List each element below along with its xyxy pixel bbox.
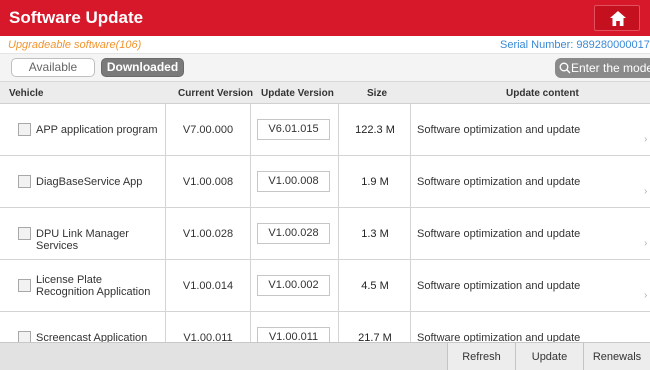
table-row[interactable]: License Plate Recognition Application V1… (0, 260, 650, 312)
page-title: Software Update (9, 8, 144, 27)
vehicle-name: DPU Link Manager Services (36, 228, 129, 252)
row-checkbox[interactable] (18, 123, 31, 136)
file-size: 122.3 M (355, 124, 395, 136)
upgradeable-count: Upgradeable software(106) (8, 39, 142, 51)
renewals-button[interactable]: Renewals (583, 343, 650, 370)
serial-number-text: Serial Number: 989280000017 (500, 39, 650, 51)
update-content: Software optimization and update (417, 280, 581, 292)
column-divider (338, 260, 339, 312)
column-divider (410, 156, 411, 208)
column-divider (410, 104, 411, 156)
refresh-button[interactable]: Refresh (447, 343, 515, 370)
file-size: 1.3 M (361, 228, 389, 240)
current-version: V1.00.008 (182, 176, 234, 188)
column-divider (250, 260, 251, 312)
home-button[interactable] (594, 5, 640, 31)
row-checkbox[interactable] (18, 227, 31, 240)
update-version-field[interactable]: V1.00.002 (257, 275, 330, 296)
column-divider (250, 312, 251, 342)
column-header-current-version: Current Version (178, 88, 254, 99)
current-version: V7.00.000 (182, 124, 234, 136)
column-header-update-content: Update content (506, 88, 579, 99)
column-divider (410, 260, 411, 312)
row-checkbox[interactable] (18, 175, 31, 188)
tab-available[interactable]: Available (11, 58, 95, 77)
tabs-row: Available Downloaded (0, 54, 650, 82)
update-version-field[interactable]: V1.00.008 (257, 171, 330, 192)
update-version-field[interactable]: V1.00.028 (257, 223, 330, 244)
info-row: Upgradeable software(106) Serial Number:… (0, 36, 650, 54)
vehicle-name: APP application program (36, 124, 158, 136)
search-box[interactable] (555, 58, 650, 78)
update-content: Software optimization and update (417, 228, 581, 240)
column-divider (338, 156, 339, 208)
table-row[interactable]: Screencast Application V1.00.011 V1.00.0… (0, 312, 650, 342)
vehicle-name: DiagBaseService App (36, 176, 143, 188)
column-header-update-version: Update Version (261, 88, 334, 99)
file-size: 21.7 M (358, 332, 392, 342)
current-version: V1.00.014 (182, 280, 234, 292)
column-divider (410, 208, 411, 260)
update-content: Software optimization and update (417, 332, 581, 342)
bottom-action-bar: Refresh Update Renewals (0, 342, 650, 370)
row-checkbox[interactable] (18, 279, 31, 292)
software-table: APP application program V7.00.000 V6.01.… (0, 104, 650, 342)
column-divider (250, 208, 251, 260)
table-row[interactable]: APP application program V7.00.000 V6.01.… (0, 104, 650, 156)
column-divider (410, 312, 411, 342)
update-version-field[interactable]: V1.00.011 (257, 327, 330, 342)
update-content: Software optimization and update (417, 176, 581, 188)
current-version: V1.00.011 (183, 332, 233, 342)
search-input[interactable] (571, 58, 650, 78)
column-divider (250, 104, 251, 156)
chevron-right-icon[interactable]: › (644, 187, 647, 197)
file-size: 4.5 M (361, 280, 389, 292)
search-icon (559, 62, 571, 74)
vehicle-name: License Plate Recognition Application (36, 274, 151, 298)
serial-number: Serial Number: 989280000017 (500, 39, 650, 53)
column-divider (338, 208, 339, 260)
update-button[interactable]: Update (515, 343, 583, 370)
file-size: 1.9 M (361, 176, 389, 188)
tab-downloaded[interactable]: Downloaded (101, 58, 184, 77)
column-divider (338, 312, 339, 342)
chevron-right-icon[interactable]: › (644, 291, 647, 301)
column-header-size: Size (367, 88, 388, 99)
table-row[interactable]: DPU Link Manager Services V1.00.028 V1.0… (0, 208, 650, 260)
vehicle-name: Screencast Application (36, 332, 148, 342)
chevron-right-icon[interactable]: › (644, 135, 647, 145)
title-bar: Software Update (0, 0, 650, 36)
chevron-right-icon[interactable]: › (644, 239, 647, 249)
column-header-vehicle: Vehicle (9, 88, 44, 99)
update-version-field[interactable]: V6.01.015 (257, 119, 330, 140)
current-version: V1.00.028 (182, 228, 234, 240)
column-divider (250, 156, 251, 208)
update-content: Software optimization and update (417, 124, 581, 136)
table-row[interactable]: DiagBaseService App V1.00.008 V1.00.008 … (0, 156, 650, 208)
home-icon (610, 11, 626, 26)
table-header: Vehicle Current Version Update Version S… (0, 82, 650, 104)
column-divider (338, 104, 339, 156)
row-checkbox[interactable] (18, 331, 31, 342)
